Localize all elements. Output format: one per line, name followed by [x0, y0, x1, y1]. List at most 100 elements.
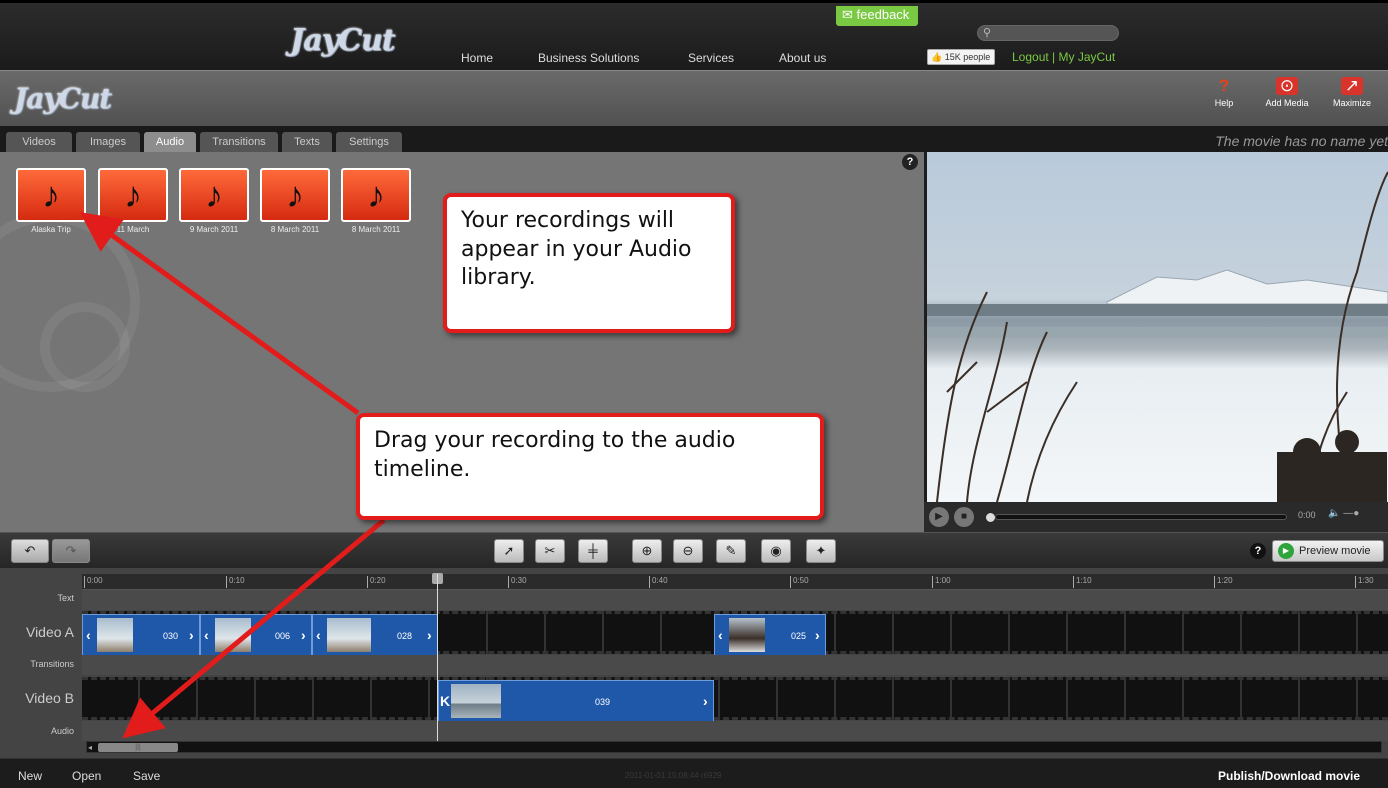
account-links[interactable]: Logout | My JayCut — [1012, 50, 1115, 64]
music-note-icon: ♪ — [260, 168, 330, 222]
magic-tool-button[interactable]: ✦ — [806, 539, 836, 563]
feedback-button[interactable]: ✉ feedback — [836, 6, 918, 26]
search-icon: ⚲ — [983, 27, 992, 39]
transitions-track[interactable] — [82, 655, 1388, 675]
nav-business-solutions[interactable]: Business Solutions — [538, 51, 639, 65]
publish-download-button[interactable]: Publish/Download movie — [1218, 769, 1360, 783]
track-label-text: Text — [57, 593, 74, 603]
select-tool-button[interactable]: ➚ — [494, 539, 524, 563]
clip-label: 039 — [595, 697, 611, 707]
library-item-label: 11 March — [116, 225, 150, 234]
webcam-record-button[interactable]: ◉ — [761, 539, 791, 563]
music-note-icon: ♪ — [341, 168, 411, 222]
video-a-track[interactable]: ‹ 030 › ‹ 006 › ‹ 028 › ‹ 025 › — [82, 611, 1388, 656]
music-note-icon: ♪ — [179, 168, 249, 222]
timeline-clip[interactable]: ‹ 025 › — [714, 614, 826, 656]
ruler-tick: 0:40 — [649, 576, 668, 588]
media-tabs: Videos Images Audio Transitions Texts Se… — [0, 126, 1388, 152]
timeline-scrollbar[interactable] — [86, 741, 1382, 753]
tab-settings[interactable]: Settings — [336, 132, 402, 152]
video-b-track[interactable]: K 039 › — [82, 677, 1388, 722]
like-button[interactable]: 👍 15K people — [927, 49, 995, 65]
mixer-tool-button[interactable]: ╪ — [578, 539, 608, 563]
scissors-tool-button[interactable]: ✂ — [535, 539, 565, 563]
stop-button[interactable]: ■ — [954, 507, 974, 527]
tab-transitions[interactable]: Transitions — [200, 132, 278, 152]
ruler-tick: 0:30 — [508, 576, 527, 588]
timeline-clip[interactable]: ‹ 030 › — [82, 614, 200, 656]
seek-handle[interactable] — [986, 513, 995, 522]
play-icon: ▶ — [1278, 543, 1294, 559]
library-item[interactable]: ♪ 9 March 2011 — [179, 168, 249, 234]
ruler-tick: 0:20 — [367, 576, 386, 588]
save-button[interactable]: Save — [133, 769, 160, 783]
site-nav-bar: JayCut Home Business Solutions Services … — [0, 0, 1388, 70]
library-item[interactable]: ♪ Alaska Trip — [16, 168, 86, 234]
nav-home[interactable]: Home — [461, 51, 493, 65]
tab-images[interactable]: Images — [76, 132, 140, 152]
clip-label: 006 — [275, 631, 291, 641]
build-stamp: 2011-01-01 15:08:44 r6929 — [625, 771, 722, 780]
tab-texts[interactable]: Texts — [282, 132, 332, 152]
library-item[interactable]: ♪ 11 March — [98, 168, 168, 234]
callout-library: Your recordings will appear in your Audi… — [443, 193, 735, 333]
music-note-icon: ♪ — [98, 168, 168, 222]
track-label-transitions: Transitions — [30, 659, 74, 669]
nav-services[interactable]: Services — [688, 51, 734, 65]
maximize-button[interactable]: ↗ Maximize — [1322, 77, 1382, 109]
track-label-video-a: Video A — [25, 624, 74, 640]
site-logo[interactable]: JayCut — [290, 23, 396, 58]
scroll-left-icon[interactable]: ◂ — [88, 743, 92, 752]
clip-thumbnail — [451, 684, 501, 718]
tab-videos[interactable]: Videos — [6, 132, 72, 152]
add-media-label: Add Media — [1265, 98, 1309, 108]
decorative-swirl — [40, 302, 130, 392]
audio-track[interactable] — [82, 721, 1388, 741]
redo-button[interactable]: ↷ — [52, 539, 90, 563]
nav-about-us[interactable]: About us — [779, 51, 826, 65]
video-preview — [927, 152, 1388, 502]
camera-add-icon: ⊙ — [1276, 77, 1298, 95]
feedback-icon: ✉ — [842, 7, 853, 22]
ruler-tick: 1:30 — [1355, 576, 1374, 588]
zoom-out-button[interactable]: ⊖ — [673, 539, 703, 563]
search-input[interactable] — [977, 25, 1119, 41]
new-button[interactable]: New — [18, 769, 42, 783]
volume-icon[interactable]: 🔈 ―● — [1328, 508, 1359, 519]
add-media-button[interactable]: ⊙ Add Media — [1257, 77, 1317, 109]
ruler-tick: 0:00 — [84, 576, 103, 588]
track-label-video-b: Video B — [25, 690, 74, 706]
undo-button[interactable]: ↶ — [11, 539, 49, 563]
help-button[interactable]: ? Help — [1194, 77, 1254, 109]
voice-record-button[interactable]: ✎ — [716, 539, 746, 563]
ruler-tick: 0:50 — [790, 576, 809, 588]
timeline-clip[interactable]: ‹ 028 › — [312, 614, 438, 656]
app-header: JayCut ? Help ⊙ Add Media ↗ Maximize — [0, 70, 1388, 128]
feedback-label: feedback — [856, 7, 910, 22]
timeline-clip[interactable]: K 039 › — [438, 680, 714, 722]
play-button[interactable]: ▶ — [929, 507, 949, 527]
scrollbar-thumb[interactable]: ||| — [98, 743, 178, 752]
library-item-label: 8 March 2011 — [351, 225, 401, 234]
playhead[interactable] — [437, 574, 438, 742]
track-label-audio: Audio — [50, 726, 74, 736]
timeline-ruler[interactable]: 0:00 0:10 0:20 0:30 0:40 0:50 1:00 1:10 … — [82, 574, 1388, 590]
clip-label: 028 — [397, 631, 413, 641]
toolbar-help-button[interactable]: ? — [1250, 543, 1266, 559]
movie-name[interactable]: The movie has no name yet — [1215, 133, 1388, 149]
library-item-label: 9 March 2011 — [189, 225, 239, 234]
ruler-tick: 1:00 — [932, 576, 951, 588]
library-help-button[interactable]: ? — [902, 154, 918, 170]
jaycut-editor: JayCut Home Business Solutions Services … — [0, 0, 1388, 788]
zoom-in-button[interactable]: ⊕ — [632, 539, 662, 563]
help-label: Help — [1214, 98, 1234, 108]
open-button[interactable]: Open — [72, 769, 101, 783]
library-item[interactable]: ♪ 8 March 2011 — [260, 168, 330, 234]
tab-audio[interactable]: Audio — [144, 132, 196, 152]
library-item[interactable]: ♪ 8 March 2011 — [341, 168, 411, 234]
ruler-tick: 1:20 — [1214, 576, 1233, 588]
seek-bar[interactable] — [995, 514, 1287, 520]
ruler-tick: 0:10 — [226, 576, 245, 588]
timeline-clip[interactable]: ‹ 006 › — [200, 614, 312, 656]
text-track[interactable] — [82, 590, 1388, 610]
